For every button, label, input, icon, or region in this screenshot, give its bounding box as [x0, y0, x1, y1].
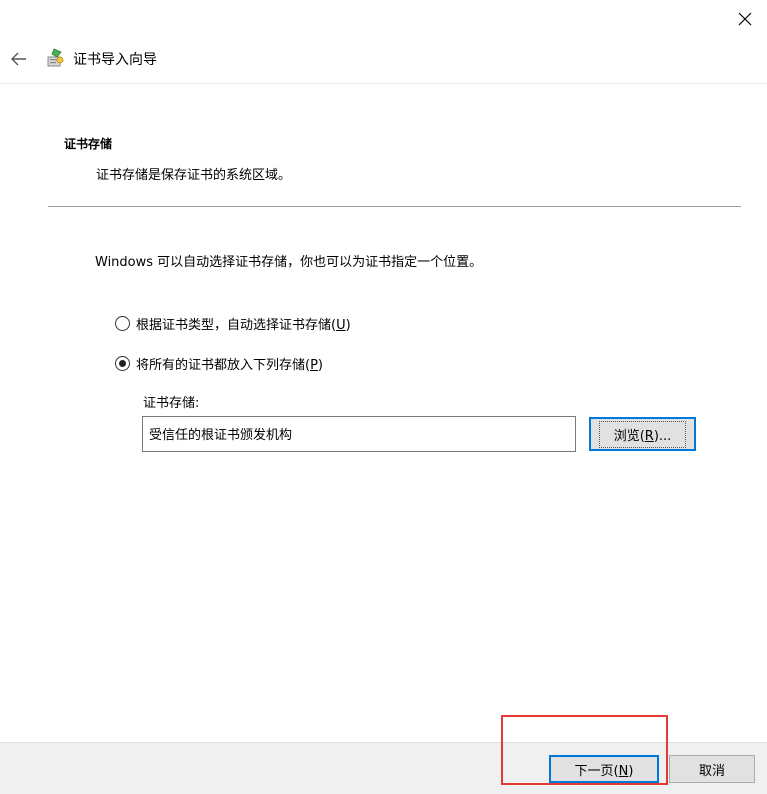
radio-auto-select-label: 根据证书类型，自动选择证书存储(U) — [136, 318, 351, 333]
radio-place-in-store-label: 将所有的证书都放入下列存储(P) — [136, 358, 323, 373]
radio-auto-select[interactable]: 根据证书类型，自动选择证书存储(U) — [115, 314, 351, 333]
radio-place-in-store[interactable]: 将所有的证书都放入下列存储(P) — [115, 354, 323, 373]
arrow-left-icon — [11, 52, 26, 66]
wizard-footer: 下一页(N) 取消 — [0, 742, 767, 794]
certificate-wizard-icon — [47, 48, 64, 67]
radio-button-checked[interactable] — [115, 356, 130, 371]
store-input[interactable]: 受信任的根证书颁发机构 — [142, 416, 576, 452]
divider — [48, 206, 741, 207]
radio-button-unchecked[interactable] — [115, 316, 130, 331]
browse-button-label: 浏览(R)... — [598, 420, 687, 448]
wizard-header: 证书导入向导 — [0, 38, 767, 84]
section-heading: 证书存储 — [64, 137, 113, 151]
browse-button[interactable]: 浏览(R)... — [589, 417, 696, 451]
close-icon — [738, 12, 752, 26]
intro-text: Windows 可以自动选择证书存储，你也可以为证书指定一个位置。 — [95, 255, 483, 270]
cancel-button[interactable]: 取消 — [669, 755, 755, 783]
next-button[interactable]: 下一页(N) — [549, 755, 659, 783]
close-button[interactable] — [729, 4, 761, 34]
wizard-title: 证书导入向导 — [73, 52, 157, 68]
section-description: 证书存储是保存证书的系统区域。 — [96, 168, 292, 183]
back-button[interactable] — [6, 46, 32, 72]
store-label: 证书存储: — [143, 396, 200, 411]
next-button-label: 下一页(N) — [574, 763, 634, 779]
